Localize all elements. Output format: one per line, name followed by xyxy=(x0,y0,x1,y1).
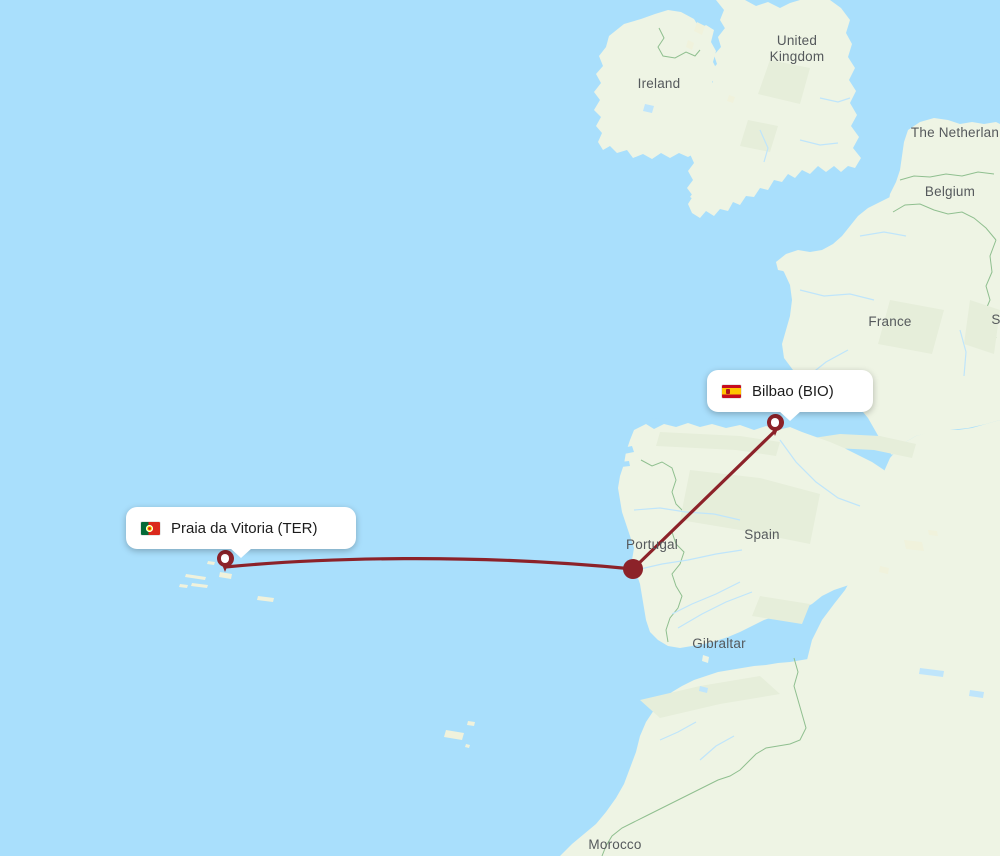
callout-label: Bilbao (BIO) xyxy=(752,382,834,400)
origin-callout[interactable]: Praia da Vitoria (TER) xyxy=(126,507,356,558)
callout-tail-icon xyxy=(779,411,801,421)
callout-tail-icon xyxy=(230,548,252,558)
es-flag-icon xyxy=(722,384,741,398)
flight-route-map[interactable]: .land { fill: #eef4e4; stroke: none; } .… xyxy=(0,0,1000,856)
pt-flag-icon xyxy=(141,521,160,535)
waypoint-dot[interactable] xyxy=(623,559,643,579)
destination-callout[interactable]: Bilbao (BIO) xyxy=(707,370,873,421)
map-canvas: .land { fill: #eef4e4; stroke: none; } .… xyxy=(0,0,1000,856)
callout-label: Praia da Vitoria (TER) xyxy=(171,519,318,537)
